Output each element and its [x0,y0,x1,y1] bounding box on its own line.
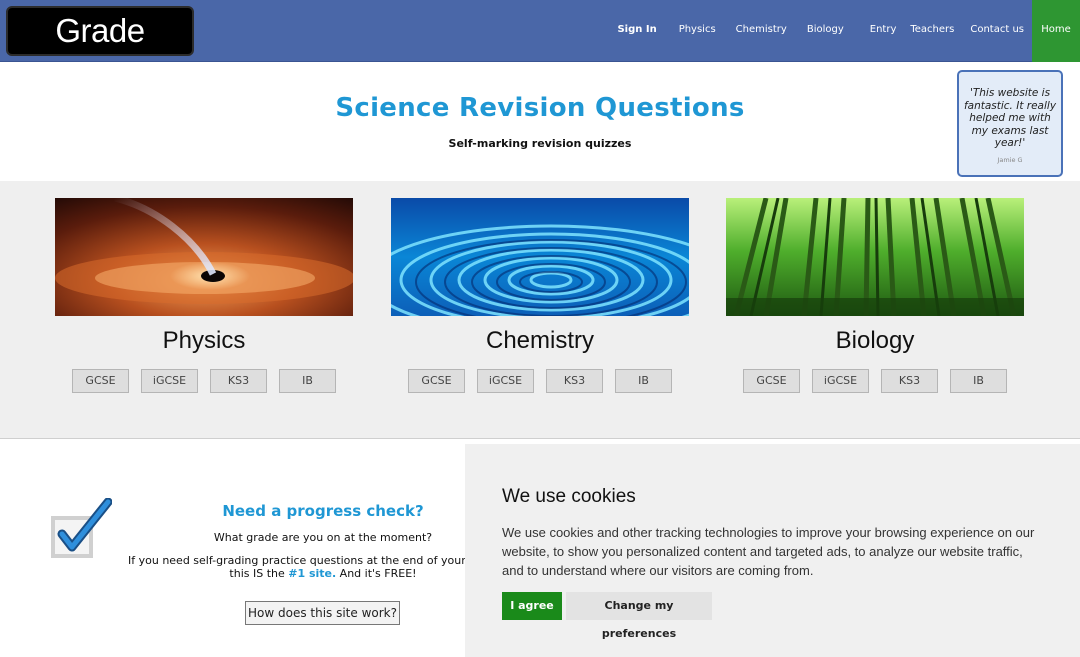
level-button-igcse[interactable]: iGCSE [812,369,869,393]
subject-card-physics: Physics GCSE iGCSE KS3 IB [55,198,353,393]
level-button-gcse[interactable]: GCSE [408,369,465,393]
nav-chemistry[interactable]: Chemistry [726,0,797,62]
level-button-ib[interactable]: IB [950,369,1007,393]
nav-home[interactable]: Home [1032,0,1080,62]
nav-teachers[interactable]: Teachers [906,0,961,62]
page-subtitle: Self-marking revision quizzes [448,137,632,150]
nav-entry[interactable]: Entry [860,0,907,62]
cookie-consent-panel: We use cookies We use cookies and other … [465,444,1080,657]
level-button-ks3[interactable]: KS3 [881,369,938,393]
progress-text-line2: this IS the #1 site. And it's FREE! [229,567,417,580]
nav-physics[interactable]: Physics [669,0,726,62]
progress-description: If you need self-grading practice questi… [128,554,465,580]
testimonial-author: Jamie G [997,155,1023,164]
nav-sign-in[interactable]: Sign In [607,0,668,62]
level-button-igcse[interactable]: iGCSE [141,369,198,393]
checkbox-check-icon [51,498,112,558]
cookie-agree-button[interactable]: I agree [502,592,562,620]
site-logo[interactable]: Grade Gorilla [6,6,194,95]
level-button-ks3[interactable]: KS3 [210,369,267,393]
level-buttons: GCSE iGCSE KS3 IB [55,369,353,393]
site-header: Grade Gorilla Sign In Physics Chemistry … [0,0,1080,95]
biology-image[interactable] [726,198,1024,316]
level-buttons: GCSE iGCSE KS3 IB [726,369,1024,393]
level-button-ks3[interactable]: KS3 [546,369,603,393]
level-button-ib[interactable]: IB [279,369,336,393]
subject-title: Physics [162,327,246,354]
subject-card-biology: Biology GCSE iGCSE KS3 IB [726,198,1024,393]
level-button-gcse[interactable]: GCSE [743,369,800,393]
level-button-igcse[interactable]: iGCSE [477,369,534,393]
nav-contact-us[interactable]: Contact us [961,0,1030,62]
subject-title: Biology [835,327,915,354]
physics-image[interactable] [55,198,353,316]
cookie-body: We use cookies and other tracking techno… [502,525,1035,578]
cookie-buttons: I agree Change my preferences [502,592,1043,640]
number-one-site-highlight: #1 site. [288,567,337,580]
progress-text-line1: If you need self-grading practice questi… [128,554,465,567]
how-does-this-site-work-button[interactable]: How does this site work? [245,601,400,625]
progress-question: What grade are you on at the moment? [213,531,433,544]
level-button-ib[interactable]: IB [615,369,672,393]
cookie-preferences-button[interactable]: Change my preferences [566,592,712,640]
testimonial-quote: 'This website is fantastic. It really he… [963,87,1057,149]
level-buttons: GCSE iGCSE KS3 IB [391,369,689,393]
progress-check-title: Need a progress check? [222,502,424,520]
chemistry-image[interactable] [391,198,689,316]
testimonial-box: 'This website is fantastic. It really he… [957,70,1063,177]
page-title: Science Revision Questions [335,93,745,123]
subjects-section: Physics GCSE iGCSE KS3 IB Chemistry GCSE… [0,181,1080,439]
main-nav: Sign In Physics Chemistry Biology Entry … [607,0,1080,62]
nav-biology[interactable]: Biology [797,0,860,62]
subject-card-chemistry: Chemistry GCSE iGCSE KS3 IB [391,198,689,393]
level-button-gcse[interactable]: GCSE [72,369,129,393]
cookie-title: We use cookies [502,486,636,507]
subject-title: Chemistry [485,327,594,354]
